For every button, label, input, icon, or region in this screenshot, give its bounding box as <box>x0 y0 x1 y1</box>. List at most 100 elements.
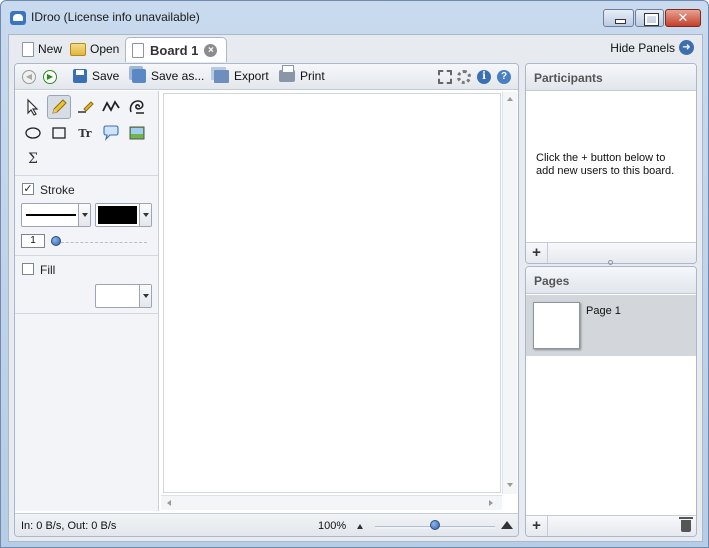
board-editor: ◀ ▶ Save Save as... Export Print i ? Tr … <box>14 63 519 537</box>
zoom-out-icon[interactable] <box>357 524 363 529</box>
info-icon[interactable]: i <box>477 70 491 84</box>
pages-panel: Pages Page 1 + <box>525 266 697 537</box>
close-icon: ✕ <box>677 10 689 25</box>
highlighter-tool[interactable] <box>73 95 97 119</box>
stroke-color-swatch <box>98 206 137 224</box>
export-icon <box>214 69 229 83</box>
maximize-button[interactable] <box>635 9 664 27</box>
pointer-icon <box>27 98 39 116</box>
fill-checkbox[interactable] <box>22 263 34 275</box>
vertical-scrollbar[interactable] <box>502 92 517 494</box>
hide-panels-label: Hide Panels <box>610 40 675 55</box>
zoom-in-icon[interactable] <box>501 521 513 529</box>
stroke-color-dropdown[interactable] <box>95 203 152 227</box>
highlighter-icon <box>78 101 94 113</box>
ellipse-icon <box>25 127 41 139</box>
stroke-width-slider[interactable] <box>51 242 147 246</box>
scroll-down-icon[interactable] <box>507 483 513 487</box>
callout-tool[interactable] <box>99 121 123 145</box>
arrow-right-icon: ➜ <box>679 40 694 55</box>
tab-bar: New Open Board 1 × Hide Panels ➜ <box>9 35 702 62</box>
scroll-right-icon[interactable] <box>489 500 493 506</box>
scroll-left-icon[interactable] <box>167 500 171 506</box>
callout-icon <box>103 125 119 141</box>
slider-handle[interactable] <box>51 236 61 246</box>
stroke-style-dropdown[interactable] <box>21 203 91 227</box>
horizontal-scrollbar[interactable] <box>161 495 502 510</box>
window-title: IDroo (License info unavailable) <box>31 10 200 24</box>
fullscreen-icon[interactable] <box>438 70 452 84</box>
app-window: IDroo (License info unavailable) ✕ New O… <box>0 0 709 548</box>
trash-icon[interactable] <box>679 517 693 532</box>
export-button[interactable]: Export <box>214 69 269 83</box>
freehand-line-tool[interactable] <box>99 95 123 119</box>
new-document-icon <box>22 41 34 57</box>
rectangle-tool[interactable] <box>47 121 71 145</box>
page-label: Page 1 <box>586 305 621 317</box>
participants-panel: Participants Click the + button below to… <box>525 63 697 264</box>
fill-label: Fill <box>40 263 56 277</box>
hide-panels-button[interactable]: Hide Panels ➜ <box>610 40 694 55</box>
panel-resize-handle[interactable] <box>608 260 613 265</box>
formula-tool[interactable]: Σ <box>21 147 45 171</box>
text-tool[interactable]: Tr <box>73 121 97 145</box>
open-label: Open <box>90 42 120 56</box>
page-list-item[interactable]: Page 1 <box>526 295 696 356</box>
help-icon[interactable]: ? <box>497 70 511 84</box>
add-participant-button[interactable]: + <box>526 243 548 263</box>
minimize-button[interactable] <box>603 9 634 27</box>
participants-message: Click the + button below to add new user… <box>536 152 675 177</box>
text-icon: Tr <box>78 126 92 140</box>
main-toolbar: ◀ ▶ Save Save as... Export Print i ? <box>15 64 518 90</box>
fill-color-dropdown[interactable] <box>95 284 152 308</box>
image-icon <box>129 126 145 140</box>
tab-board-1[interactable]: Board 1 × <box>125 37 227 62</box>
save-as-label: Save as... <box>151 69 205 83</box>
sigma-icon: Σ <box>28 151 38 167</box>
stroke-label: Stroke <box>40 183 75 197</box>
open-board-button[interactable]: Open <box>70 40 119 58</box>
app-area: New Open Board 1 × Hide Panels ➜ ◀ ▶ Sav… <box>8 34 703 542</box>
solid-line-swatch <box>26 214 76 216</box>
close-window-button[interactable]: ✕ <box>665 9 701 27</box>
back-icon[interactable]: ◀ <box>22 70 36 84</box>
chevron-down-icon <box>139 285 151 307</box>
printer-icon <box>279 65 295 82</box>
stroke-width-field[interactable]: 1 <box>21 234 45 248</box>
freehand-line-icon <box>102 100 120 112</box>
pages-title: Pages <box>526 267 696 294</box>
pages-footer: + <box>526 515 696 536</box>
spiral-tool[interactable] <box>125 95 149 119</box>
image-tool[interactable] <box>125 121 149 145</box>
board-document-icon <box>132 42 144 58</box>
chevron-down-icon <box>78 204 90 226</box>
pencil-icon <box>52 99 67 114</box>
divider <box>15 175 159 176</box>
print-label: Print <box>300 69 325 83</box>
new-label: New <box>38 42 63 56</box>
stroke-checkbox[interactable]: ✓ <box>22 183 34 195</box>
pointer-tool[interactable] <box>21 95 45 119</box>
forward-icon[interactable]: ▶ <box>43 70 57 84</box>
scroll-up-icon[interactable] <box>507 97 513 101</box>
fill-color-swatch <box>98 287 137 305</box>
new-board-button[interactable]: New <box>22 40 62 58</box>
close-tab-icon[interactable]: × <box>204 43 218 57</box>
save-button[interactable]: Save <box>73 69 119 83</box>
gear-icon[interactable] <box>457 70 471 84</box>
folder-open-icon <box>70 42 86 56</box>
pencil-tool[interactable] <box>47 95 71 119</box>
title-bar: IDroo (License info unavailable) ✕ <box>1 1 708 33</box>
ellipse-tool[interactable] <box>21 121 45 145</box>
spiral-icon <box>129 100 144 114</box>
save-label: Save <box>92 69 120 83</box>
rectangle-icon <box>52 127 66 139</box>
zoom-slider-handle[interactable] <box>430 520 440 530</box>
divider <box>15 313 159 314</box>
drawing-canvas[interactable] <box>163 93 501 493</box>
chevron-down-icon <box>139 204 151 226</box>
network-status: In: 0 B/s, Out: 0 B/s <box>21 520 117 532</box>
add-page-button[interactable]: + <box>526 516 548 536</box>
print-button[interactable]: Print <box>279 65 325 83</box>
save-as-button[interactable]: Save as... <box>132 69 204 83</box>
